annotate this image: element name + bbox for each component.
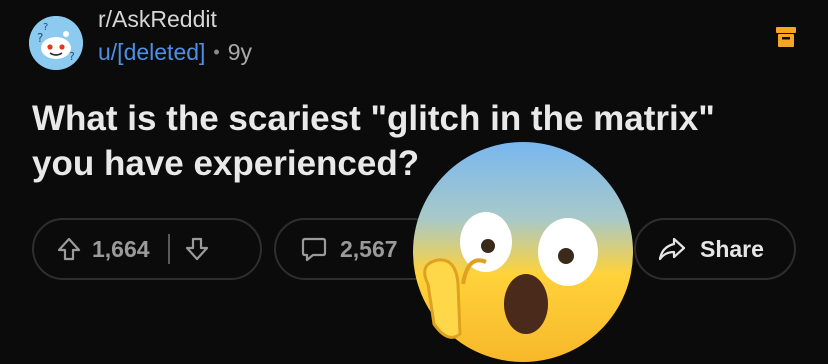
comment-count: 2,567 bbox=[340, 235, 398, 262]
upvote-arrow-icon[interactable] bbox=[56, 236, 82, 262]
upvote-count: 1,664 bbox=[92, 235, 150, 262]
archive-icon bbox=[775, 26, 797, 48]
share-label: Share bbox=[700, 235, 764, 262]
share-button[interactable]: Share bbox=[634, 218, 796, 280]
downvote-arrow-icon[interactable] bbox=[184, 236, 210, 262]
post-byline: u/[deleted] • 9y bbox=[98, 39, 252, 66]
comment-bubble-icon bbox=[300, 235, 328, 263]
vote-control: 1,664 bbox=[32, 218, 262, 280]
snoo-question-icon: ? ? ? bbox=[29, 16, 83, 70]
svg-text:?: ? bbox=[37, 31, 43, 45]
subreddit-name[interactable]: r/AskReddit bbox=[98, 6, 217, 33]
subreddit-avatar[interactable]: ? ? ? bbox=[29, 16, 83, 70]
byline-separator: • bbox=[213, 42, 220, 62]
share-arrow-icon bbox=[658, 236, 686, 262]
svg-text:?: ? bbox=[43, 22, 48, 33]
author-link[interactable]: u/[deleted] bbox=[98, 39, 205, 66]
svg-text:?: ? bbox=[69, 50, 75, 63]
screaming-face-emoji bbox=[408, 134, 638, 364]
post-age: 9y bbox=[227, 39, 253, 65]
vote-divider bbox=[167, 234, 170, 264]
